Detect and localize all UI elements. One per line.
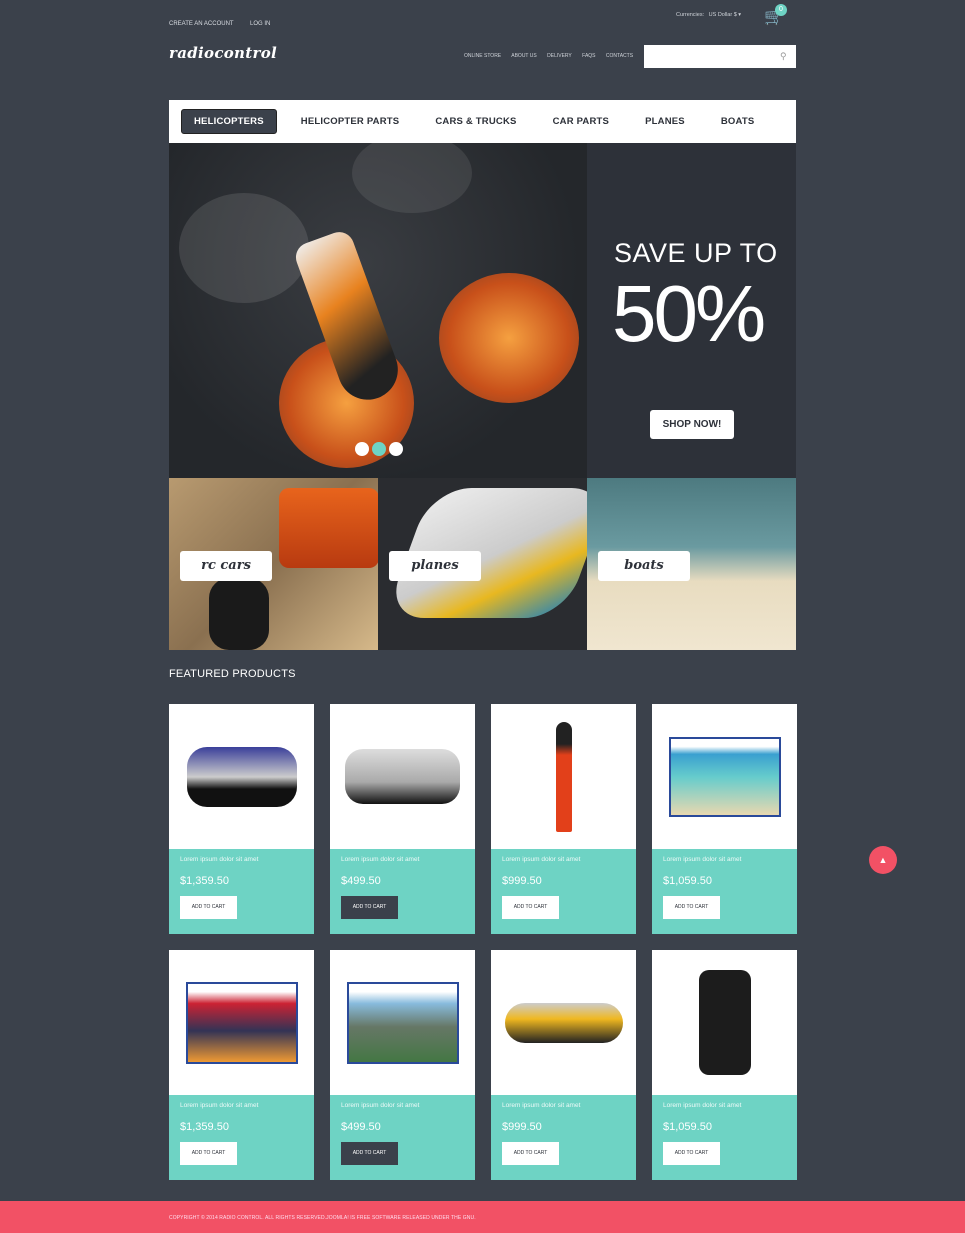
nav-cars-trucks[interactable]: CARS & TRUCKS <box>423 110 528 133</box>
category-label: rc cars <box>180 551 272 581</box>
nav-helicopter-parts[interactable]: HELICOPTER PARTS <box>289 110 412 133</box>
product-name[interactable]: Lorem ipsum dolor sit amet <box>180 856 303 863</box>
product-name[interactable]: Lorem ipsum dolor sit amet <box>663 856 786 863</box>
add-to-cart-button[interactable]: ADD TO CART <box>180 896 237 919</box>
add-to-cart-button[interactable]: ADD TO CART <box>341 1142 398 1165</box>
monster-truck-image <box>186 746 297 807</box>
scroll-to-top-button[interactable]: ▲ <box>869 846 897 874</box>
add-to-cart-button[interactable]: ADD TO CART <box>502 896 559 919</box>
currency-selector[interactable]: Currencies: US Dollar $ ▾ <box>676 12 741 18</box>
product-image[interactable] <box>330 950 475 1095</box>
promo-headline: SAVE UP TO <box>614 238 778 268</box>
menu-online-store[interactable]: ONLINE STORE <box>464 53 501 59</box>
header-menu: ONLINE STORE ABOUT US DELIVERY FAQS CONT… <box>464 53 642 59</box>
slide-dot-1[interactable] <box>355 442 369 456</box>
promo-percent: 50% <box>612 269 766 358</box>
category-rc-cars[interactable]: rc cars <box>169 478 378 650</box>
product-price: $1,059.50 <box>663 875 712 887</box>
product-card: Lorem ipsum dolor sit amet $999.50 ADD T… <box>491 950 636 1180</box>
product-name[interactable]: Lorem ipsum dolor sit amet <box>180 1102 303 1109</box>
main-nav: HELICOPTERS HELICOPTER PARTS CARS & TRUC… <box>169 100 796 143</box>
search-input[interactable] <box>644 45 796 68</box>
product-price: $1,359.50 <box>180 875 229 887</box>
add-to-cart-button[interactable]: ADD TO CART <box>180 1142 237 1165</box>
currency-value: US Dollar $ <box>708 12 737 18</box>
product-image[interactable] <box>491 704 636 849</box>
product-card: Lorem ipsum dolor sit amet $1,059.50 ADD… <box>652 950 797 1180</box>
product-image[interactable] <box>169 704 314 849</box>
menu-contacts[interactable]: CONTACTS <box>606 53 633 59</box>
product-name[interactable]: Lorem ipsum dolor sit amet <box>663 1102 786 1109</box>
menu-faqs[interactable]: FAQS <box>582 53 595 59</box>
add-to-cart-button[interactable]: ADD TO CART <box>502 1142 559 1165</box>
category-planes[interactable]: planes <box>378 478 587 650</box>
slide-dot-3[interactable] <box>389 442 403 456</box>
cart-count-badge: 0 <box>775 4 787 16</box>
slide-dot-2[interactable] <box>372 442 386 456</box>
puzzle-beach-image <box>668 736 781 817</box>
logo[interactable]: radiocontrol <box>169 44 277 62</box>
product-name[interactable]: Lorem ipsum dolor sit amet <box>341 856 464 863</box>
product-image[interactable] <box>652 704 797 849</box>
search-icon[interactable]: ⚲ <box>780 51 787 62</box>
copyright-text: COPYRIGHT © 2014 RADIO CONTROL. ALL RIGH… <box>169 1215 476 1221</box>
category-label: planes <box>389 551 481 581</box>
create-account-link[interactable]: CREATE AN ACCOUNT <box>169 21 234 27</box>
product-price: $1,059.50 <box>663 1121 712 1133</box>
nav-helicopters[interactable]: HELICOPTERS <box>181 109 277 134</box>
product-card: Lorem ipsum dolor sit amet $999.50 ADD T… <box>491 704 636 934</box>
rocket-image <box>555 721 572 832</box>
product-card: Lorem ipsum dolor sit amet $1,359.50 ADD… <box>169 950 314 1180</box>
helicopter-image <box>504 1002 623 1043</box>
category-boats[interactable]: boats <box>587 478 796 650</box>
product-price: $1,359.50 <box>180 1121 229 1133</box>
product-price: $499.50 <box>341 875 381 887</box>
slider-dots <box>355 442 403 456</box>
rc-car-remote-image <box>345 749 460 804</box>
category-label: boats <box>598 551 690 581</box>
currencies-label: Currencies: <box>676 12 705 18</box>
product-image[interactable] <box>491 950 636 1095</box>
puzzle-city-image <box>185 981 298 1064</box>
product-price: $999.50 <box>502 1121 542 1133</box>
product-image[interactable] <box>169 950 314 1095</box>
puzzle-mountain-image <box>346 981 459 1064</box>
product-name[interactable]: Lorem ipsum dolor sit amet <box>341 1102 464 1109</box>
camera-logger-image <box>698 970 751 1075</box>
featured-title: FEATURED PRODUCTS <box>169 668 296 680</box>
login-link[interactable]: LOG IN <box>250 21 270 27</box>
nav-boats[interactable]: BOATS <box>709 110 767 133</box>
shop-now-button[interactable]: SHOP NOW! <box>650 410 734 439</box>
product-price: $999.50 <box>502 875 542 887</box>
add-to-cart-button[interactable]: ADD TO CART <box>663 896 720 919</box>
product-name[interactable]: Lorem ipsum dolor sit amet <box>502 856 625 863</box>
menu-delivery[interactable]: DELIVERY <box>547 53 572 59</box>
product-card: Lorem ipsum dolor sit amet $499.50 ADD T… <box>330 704 475 934</box>
product-image[interactable] <box>330 704 475 849</box>
add-to-cart-button[interactable]: ADD TO CART <box>663 1142 720 1165</box>
add-to-cart-button[interactable]: ADD TO CART <box>341 896 398 919</box>
product-image[interactable] <box>652 950 797 1095</box>
product-card: Lorem ipsum dolor sit amet $1,359.50 ADD… <box>169 704 314 934</box>
product-name[interactable]: Lorem ipsum dolor sit amet <box>502 1102 625 1109</box>
product-card: Lorem ipsum dolor sit amet $1,059.50 ADD… <box>652 704 797 934</box>
nav-planes[interactable]: PLANES <box>633 110 697 133</box>
product-price: $499.50 <box>341 1121 381 1133</box>
footer: COPYRIGHT © 2014 RADIO CONTROL. ALL RIGH… <box>0 1201 965 1233</box>
nav-car-parts[interactable]: CAR PARTS <box>541 110 622 133</box>
top-links: CREATE AN ACCOUNT LOG IN <box>169 12 282 30</box>
hero-slide-image <box>169 143 587 478</box>
menu-about-us[interactable]: ABOUT US <box>511 53 536 59</box>
product-card: Lorem ipsum dolor sit amet $499.50 ADD T… <box>330 950 475 1180</box>
